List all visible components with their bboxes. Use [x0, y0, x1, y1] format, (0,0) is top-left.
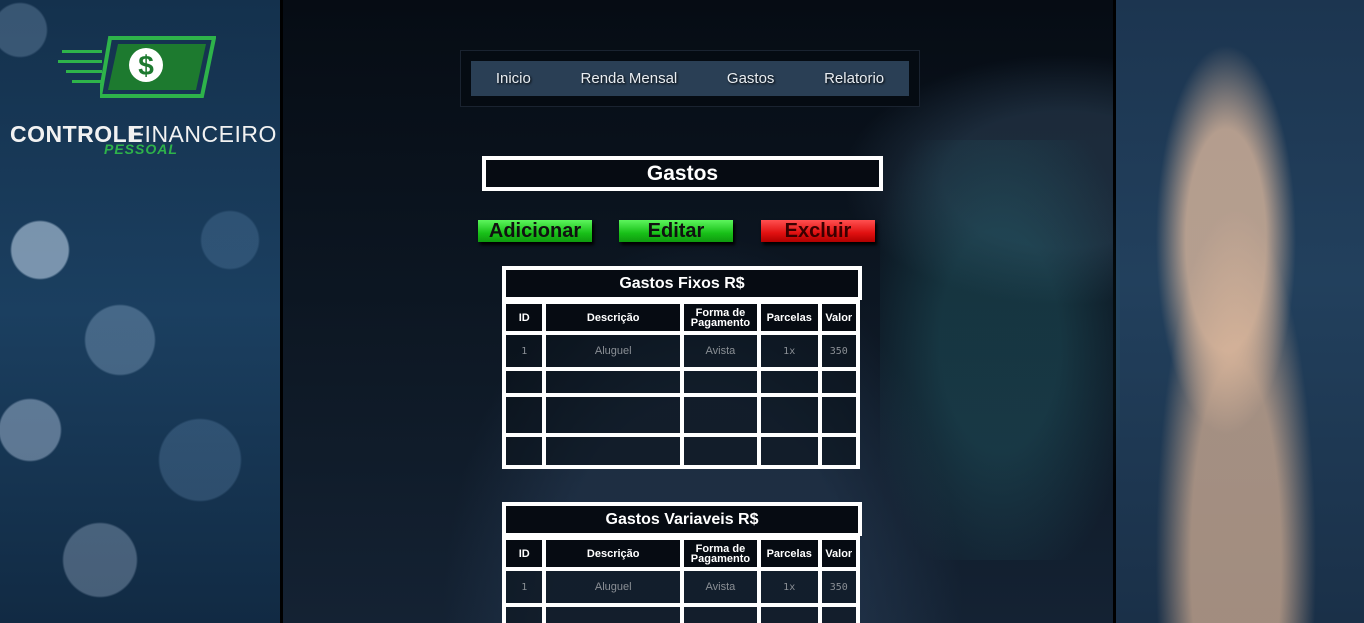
background-hand-glow	[880, 140, 1120, 560]
table-row	[501, 603, 861, 623]
nav-item-inicio[interactable]: Inicio	[496, 70, 531, 87]
cell-description: Aluguel	[542, 567, 684, 607]
cell-value: 350	[817, 567, 861, 607]
cell-installments: 1x	[756, 331, 822, 371]
cell-description: Aluguel	[542, 331, 684, 371]
money-bill-icon: $	[100, 36, 216, 98]
page-title: Gastos	[482, 156, 883, 191]
table-row[interactable]: 1 Aluguel Avista 1x 350	[501, 331, 861, 371]
add-button[interactable]: Adicionar	[478, 220, 592, 242]
speed-line	[58, 60, 102, 63]
table-title: Gastos Fixos R$	[502, 266, 862, 300]
column-header-value: Valor	[817, 300, 861, 335]
fixed-expenses-table: Gastos Fixos R$ ID Descrição Forma de Pa…	[501, 266, 862, 469]
speed-line	[72, 80, 102, 83]
nav-item-relatorio[interactable]: Relatorio	[824, 70, 884, 87]
column-header-description: Descrição	[542, 536, 684, 571]
column-header-installments: Parcelas	[756, 300, 822, 335]
nav-item-gastos[interactable]: Gastos	[727, 70, 775, 87]
dollar-symbol: $	[138, 50, 154, 81]
table-row	[501, 393, 861, 437]
cell-payment: Avista	[680, 331, 761, 371]
logo-text-sub: PESSOAL	[104, 141, 178, 157]
edit-button[interactable]: Editar	[619, 220, 733, 242]
column-header-payment: Forma de Pagamento	[680, 300, 761, 335]
right-background-image	[1116, 0, 1364, 623]
speed-line	[62, 50, 102, 53]
column-header-value: Valor	[817, 536, 861, 571]
table-row[interactable]: 1 Aluguel Avista 1x 350	[501, 567, 861, 607]
column-header-description: Descrição	[542, 300, 684, 335]
cell-installments: 1x	[756, 567, 822, 607]
cell-id: 1	[501, 567, 547, 607]
table-row	[501, 367, 861, 397]
column-header-payment: Forma de Pagamento	[680, 536, 761, 571]
table-title: Gastos Variaveis R$	[502, 502, 862, 536]
nav-item-renda-mensal[interactable]: Renda Mensal	[581, 70, 678, 87]
main-nav: Inicio Renda Mensal Gastos Relatorio	[471, 61, 909, 96]
column-header-id: ID	[501, 300, 547, 335]
cell-value: 350	[817, 331, 861, 371]
cell-id: 1	[501, 331, 547, 371]
variable-expenses-table: Gastos Variaveis R$ ID Descrição Forma d…	[501, 502, 862, 623]
delete-button[interactable]: Excluir	[761, 220, 875, 242]
column-header-id: ID	[501, 536, 547, 571]
column-header-installments: Parcelas	[756, 536, 822, 571]
speed-line	[66, 70, 102, 73]
cell-payment: Avista	[680, 567, 761, 607]
app-logo: $ CONTROLE FINANCEIRO PESSOAL	[0, 30, 280, 160]
table-row	[501, 433, 861, 469]
